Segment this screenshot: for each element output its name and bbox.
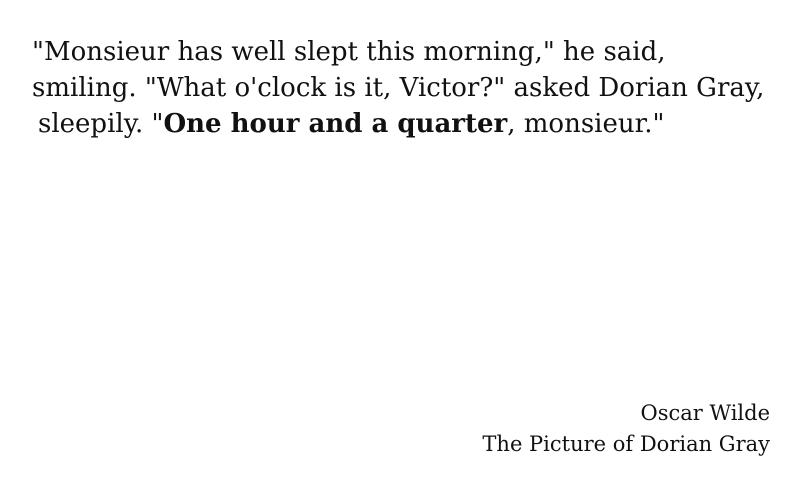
attribution: Oscar Wilde The Picture of Dorian Gray <box>482 398 770 460</box>
book-title: The Picture of Dorian Gray <box>482 432 770 456</box>
quote-line-3-start: sleepily. " <box>38 109 164 139</box>
quote-line-3-end: , monsieur." <box>507 109 665 139</box>
quote-highlight: One hour and a quarter <box>163 109 508 139</box>
quote-line-1: "Monsieur has well slept this morning," … <box>32 37 666 67</box>
author-name: Oscar Wilde <box>640 401 770 425</box>
quote-text: "Monsieur has well slept this morning," … <box>32 34 782 142</box>
quote-line-2: smiling. "What o'clock is it, Victor?" a… <box>32 73 765 103</box>
quote-line-3: sleepily. "One hour and a quarter, monsi… <box>32 106 782 142</box>
